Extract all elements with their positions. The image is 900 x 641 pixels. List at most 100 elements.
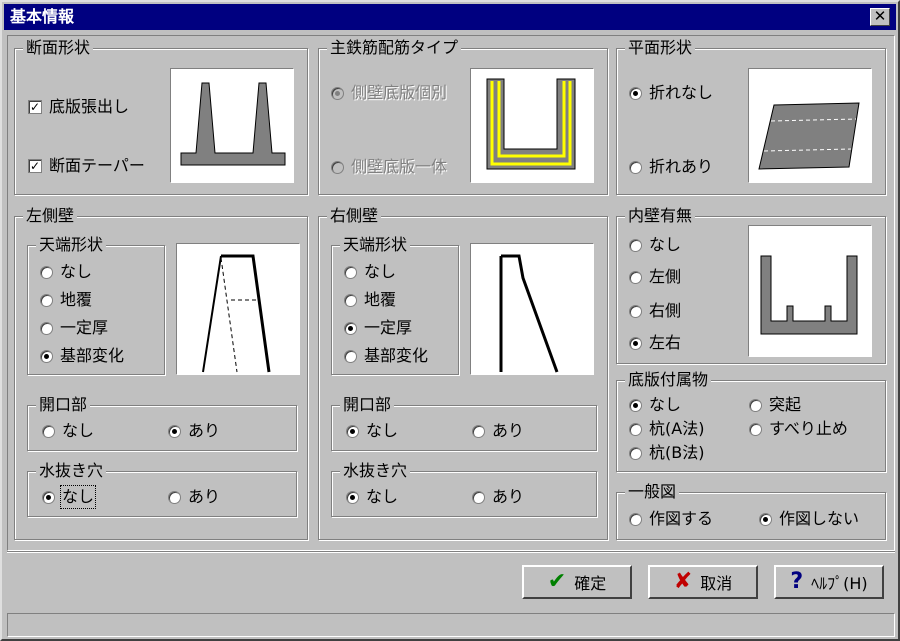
- right-wall-group: 右側壁 天端形状 なし 地覆 一定厚 基部変化 開口部 なし あり 水抜き穴 な…: [318, 206, 608, 540]
- inner-wall-label: 内壁有無: [625, 206, 696, 226]
- left-drain-label: 水抜き穴: [36, 461, 107, 481]
- question-icon: ?: [790, 569, 804, 594]
- radio-circle: [346, 424, 359, 438]
- general-drawing-label: 一般図: [625, 482, 680, 502]
- radio-label: なし: [366, 487, 399, 506]
- radio-rebar-integrated[interactable]: 側壁底版一体: [331, 157, 447, 177]
- radio-label: 作図する: [649, 509, 714, 528]
- radio-left-opening-yes[interactable]: あり: [168, 421, 220, 441]
- radio-label: あり: [492, 421, 525, 440]
- radio-attach-none[interactable]: なし: [629, 395, 681, 415]
- radio-right-drain-yes[interactable]: あり: [472, 487, 524, 507]
- radio-left-opening-none[interactable]: なし: [42, 421, 94, 441]
- radio-attach-pile-b[interactable]: 杭(B法): [629, 443, 704, 463]
- radio-circle: [749, 398, 762, 412]
- base-attachment-group: 底版付属物 なし 突起 杭(A法) すべり止め 杭(B法): [616, 370, 886, 472]
- radio-label: 地覆: [364, 290, 397, 309]
- help-button-label: ﾍﾙﾌﾟ(H): [811, 574, 868, 593]
- right-wall-preview: [470, 243, 594, 375]
- cancel-button[interactable]: ✘ 取消: [648, 565, 758, 599]
- radio-right-opening-none[interactable]: なし: [346, 421, 398, 441]
- radio-circle: [629, 422, 642, 436]
- radio-label: 杭(B法): [649, 443, 705, 462]
- radio-circle: [40, 265, 53, 279]
- radio-right-drain-none[interactable]: なし: [346, 487, 398, 507]
- radio-circle: [40, 321, 53, 335]
- radio-left-top-constant[interactable]: 一定厚: [40, 318, 108, 338]
- plan-diagram: [758, 102, 860, 170]
- radio-rebar-separate[interactable]: 側壁底版個別: [331, 83, 447, 103]
- plan-shape-group: 平面形状 折れなし 折れあり: [616, 38, 886, 195]
- rebar-type-label: 主鉄筋配筋タイプ: [327, 38, 462, 58]
- radio-label: 一定厚: [60, 318, 109, 337]
- left-wall-label: 左側壁: [23, 206, 78, 226]
- radio-label: なし: [364, 262, 397, 281]
- radio-right-opening-yes[interactable]: あり: [472, 421, 524, 441]
- right-drain-group: 水抜き穴 なし あり: [331, 461, 597, 517]
- checkbox-box: ✓: [28, 159, 42, 173]
- radio-plan-no-bend[interactable]: 折れなし: [629, 83, 713, 103]
- radio-draw-no[interactable]: 作図しない: [759, 509, 859, 529]
- cancel-button-label: 取消: [700, 574, 733, 593]
- radio-circle: [629, 238, 642, 252]
- radio-left-drain-none[interactable]: なし: [42, 485, 97, 509]
- inner-wall-preview: [748, 225, 872, 357]
- checkbox-label: 底版張出し: [49, 97, 130, 116]
- radio-attach-pile-a[interactable]: 杭(A法): [629, 419, 704, 439]
- radio-draw-yes[interactable]: 作図する: [629, 509, 713, 529]
- radio-right-top-base-change[interactable]: 基部変化: [344, 346, 428, 366]
- close-button[interactable]: ✕: [870, 8, 890, 26]
- help-button[interactable]: ? ﾍﾙﾌﾟ(H): [774, 565, 884, 599]
- checkbox-base-overhang[interactable]: ✓ 底版張出し: [28, 97, 129, 117]
- radio-circle: [344, 265, 357, 279]
- radio-circle: [629, 270, 642, 284]
- radio-inner-none[interactable]: なし: [629, 235, 681, 255]
- plan-shape-preview: [748, 68, 872, 183]
- radio-inner-right[interactable]: 右側: [629, 301, 681, 321]
- radio-label: 左右: [649, 333, 682, 352]
- left-opening-label: 開口部: [36, 395, 91, 415]
- cross-section-label: 断面形状: [23, 38, 94, 58]
- checkbox-section-taper[interactable]: ✓ 断面テーパー: [28, 156, 145, 176]
- radio-right-top-curb[interactable]: 地覆: [344, 290, 396, 310]
- radio-circle: [629, 336, 642, 350]
- radio-circle: [749, 422, 762, 436]
- content-area: 断面形状 ✓ 底版張出し ✓ 断面テーパー 主鉄筋配筋タイプ 側壁底版個別 側壁…: [7, 35, 895, 551]
- radio-label: なし: [649, 395, 682, 414]
- radio-label: 杭(A法): [649, 419, 705, 438]
- radio-attach-anti-slip[interactable]: すべり止め: [749, 419, 848, 439]
- right-drain-label: 水抜き穴: [340, 461, 411, 481]
- inner-wall-group: 内壁有無 なし 左側 右側 左右: [616, 206, 886, 364]
- rebar-type-group: 主鉄筋配筋タイプ 側壁底版個別 側壁底版一体: [318, 38, 608, 195]
- radio-circle: [331, 160, 344, 174]
- radio-circle: [344, 349, 357, 363]
- radio-circle: [331, 86, 344, 100]
- radio-label: あり: [188, 487, 221, 506]
- radio-label: 地覆: [60, 290, 93, 309]
- radio-circle: [346, 490, 359, 504]
- radio-label: 左側: [649, 267, 682, 286]
- radio-plan-bend[interactable]: 折れあり: [629, 157, 713, 177]
- radio-label: 折れあり: [649, 157, 714, 176]
- radio-attach-protrusion[interactable]: 突起: [749, 395, 801, 415]
- radio-inner-both[interactable]: 左右: [629, 333, 681, 353]
- check-icon: ✔: [547, 569, 567, 594]
- radio-left-top-base-change[interactable]: 基部変化: [40, 346, 124, 366]
- radio-label: なし: [649, 235, 682, 254]
- radio-right-top-none[interactable]: なし: [344, 262, 396, 282]
- radio-label: 右側: [649, 301, 682, 320]
- radio-left-drain-yes[interactable]: あり: [168, 487, 220, 507]
- radio-circle: [629, 446, 642, 460]
- radio-right-top-constant[interactable]: 一定厚: [344, 318, 412, 338]
- radio-circle: [344, 321, 357, 335]
- left-top-shape-group: 天端形状 なし 地覆 一定厚 基部変化: [27, 235, 165, 375]
- checkbox-box: ✓: [28, 100, 42, 114]
- radio-left-top-curb[interactable]: 地覆: [40, 290, 92, 310]
- title-bar[interactable]: 基本情報 ✕: [4, 4, 896, 30]
- radio-left-top-none[interactable]: なし: [40, 262, 92, 282]
- ok-button[interactable]: ✔ 確定: [522, 565, 632, 599]
- cross-section-group: 断面形状 ✓ 底版張出し ✓ 断面テーパー: [14, 38, 308, 195]
- plan-shape-label: 平面形状: [625, 38, 696, 58]
- radio-label: なし: [60, 262, 93, 281]
- radio-inner-left[interactable]: 左側: [629, 267, 681, 287]
